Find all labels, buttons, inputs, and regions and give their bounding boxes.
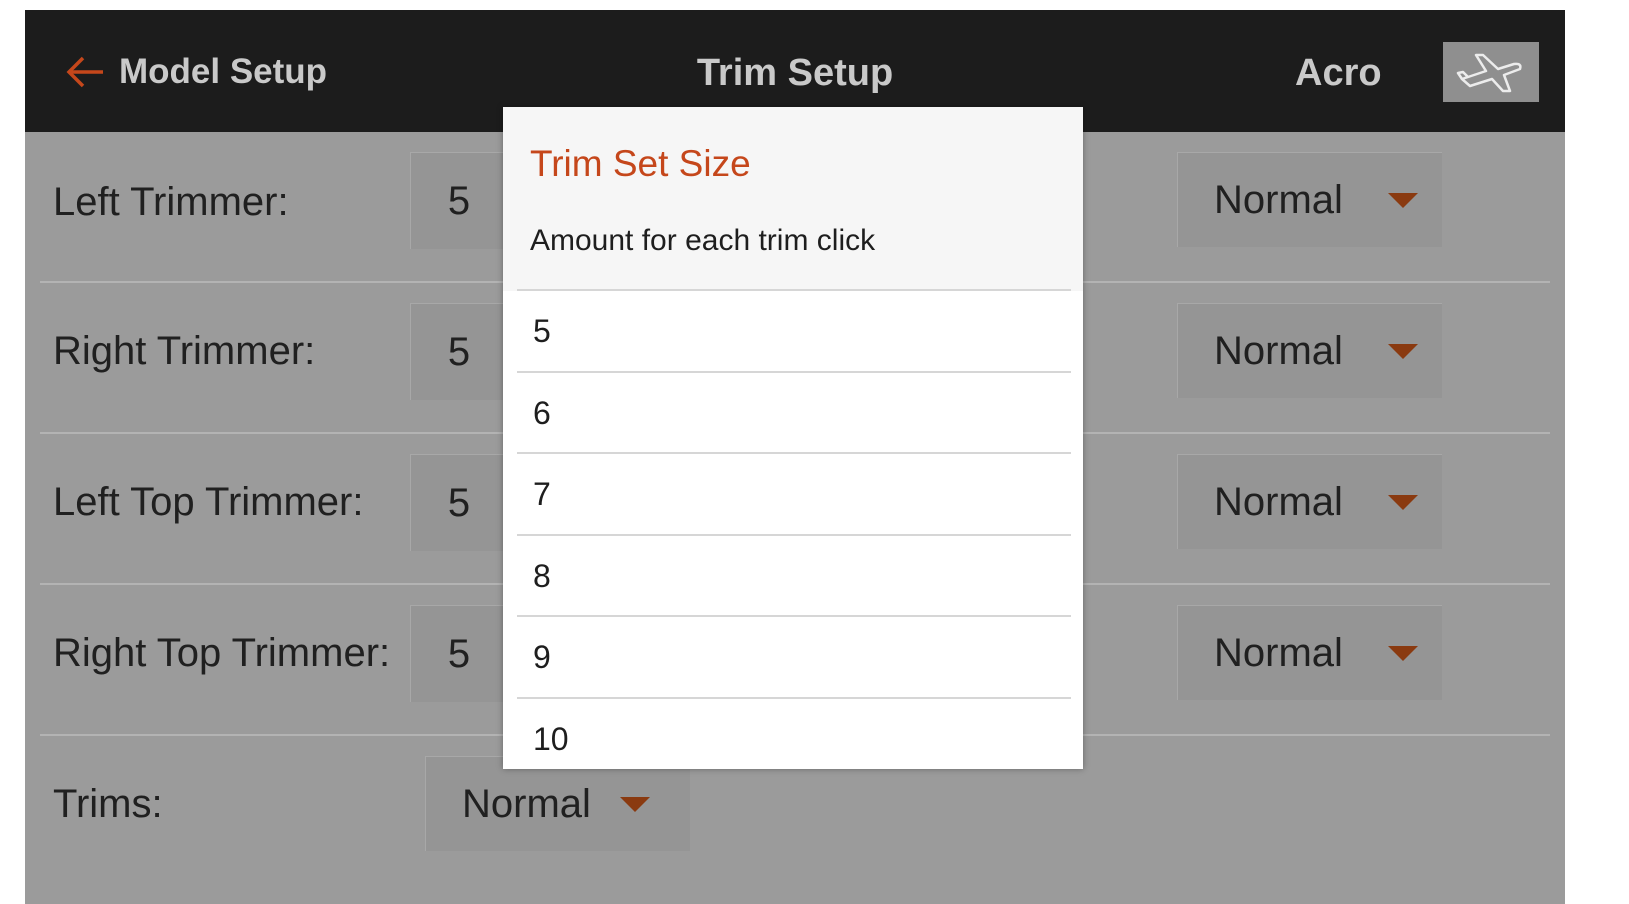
option-item[interactable]: 6: [517, 373, 1071, 453]
row-label: Right Top Trimmer:: [53, 631, 391, 675]
dropdown-value: Normal: [462, 782, 591, 826]
dropdown-value: Normal: [1214, 480, 1343, 524]
trim-mode-dropdown[interactable]: Normal: [1177, 152, 1442, 247]
dropdown-caret-icon: [1388, 193, 1418, 208]
trim-mode-dropdown[interactable]: Normal: [1177, 303, 1442, 398]
dropdown-value: Normal: [1214, 178, 1343, 222]
dropdown-value: Normal: [1214, 329, 1343, 373]
trim-mode-dropdown[interactable]: Normal: [1177, 454, 1442, 549]
trim-step-value[interactable]: 5: [410, 152, 507, 249]
dialog-header: Trim Set Size Amount for each trim click: [503, 107, 1083, 291]
trim-step-value[interactable]: 5: [410, 454, 507, 551]
option-item[interactable]: 8: [517, 536, 1071, 616]
trim-step-value[interactable]: 5: [410, 303, 507, 400]
option-item[interactable]: 10: [517, 699, 1071, 769]
option-label: 5: [533, 313, 551, 349]
model-type-button[interactable]: [1443, 42, 1539, 102]
dialog-title: Trim Set Size: [530, 143, 751, 184]
airplane-icon: [1456, 53, 1522, 93]
row-label: Trims:: [53, 782, 163, 826]
trim-mode-dropdown[interactable]: Normal: [1177, 605, 1442, 700]
dialog-subtitle: Amount for each trim click: [530, 224, 876, 257]
option-item[interactable]: 9: [517, 617, 1071, 697]
option-item[interactable]: 5: [517, 291, 1071, 371]
row-label: Left Top Trimmer:: [53, 480, 364, 524]
flight-mode-label: Acro: [1295, 52, 1382, 94]
dropdown-caret-icon: [1388, 495, 1418, 510]
dropdown-caret-icon: [1388, 646, 1418, 661]
option-label: 6: [533, 395, 551, 431]
option-label: 8: [533, 558, 551, 594]
trim-set-size-dialog: Trim Set Size Amount for each trim click…: [503, 107, 1083, 769]
row-label: Right Trimmer:: [53, 329, 316, 373]
option-item[interactable]: 7: [517, 454, 1071, 534]
dropdown-value: Normal: [1214, 631, 1343, 675]
dropdown-caret-icon: [1388, 344, 1418, 359]
option-label: 9: [533, 639, 551, 675]
trims-dropdown[interactable]: Normal: [425, 756, 690, 851]
dropdown-caret-icon: [620, 797, 650, 812]
trim-step-value[interactable]: 5: [410, 605, 507, 702]
trim-setup-screen: Model Setup Trim Setup Acro Left Trimmer…: [25, 10, 1565, 904]
option-label: 10: [533, 721, 569, 757]
option-label: 7: [533, 476, 551, 512]
row-label: Left Trimmer:: [53, 180, 289, 224]
